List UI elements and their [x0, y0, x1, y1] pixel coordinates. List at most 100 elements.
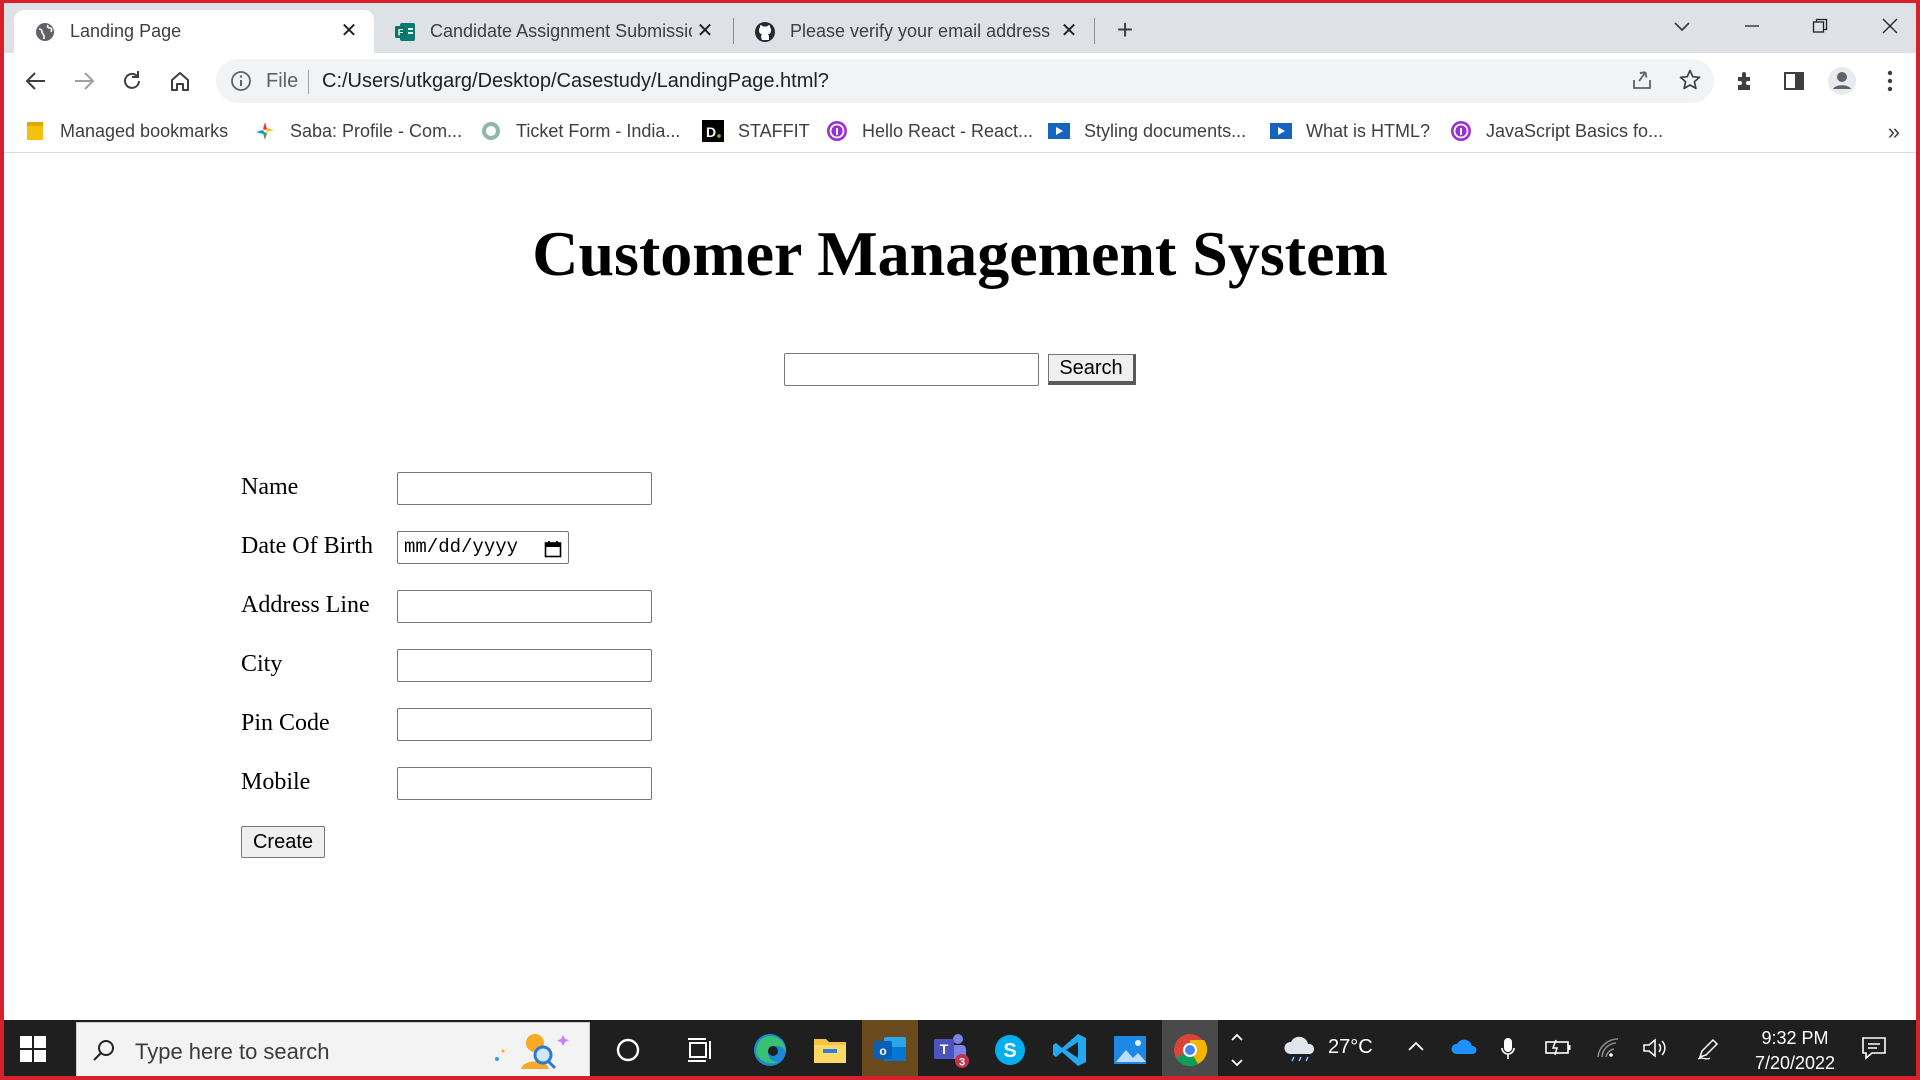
clock-date: 7/20/2022 — [1754, 1053, 1836, 1073]
browser-toolbar: File C:/Users/utkgarg/Desktop/Casestudy/… — [4, 53, 1916, 109]
tab-landing-page[interactable]: Landing Page ✕ — [14, 10, 374, 53]
address-line-input[interactable] — [397, 590, 652, 623]
bookmark-managed[interactable]: Managed bookmarks — [24, 117, 228, 145]
teams-icon[interactable]: T3 — [926, 1028, 974, 1072]
close-tab-icon[interactable]: ✕ — [338, 20, 360, 42]
page-content: Customer Management System Search Name D… — [4, 154, 1916, 1020]
taskbar-search-box[interactable]: Type here to search — [76, 1022, 590, 1076]
chrome-menu-icon[interactable] — [1872, 63, 1908, 99]
city-label: City — [241, 651, 283, 677]
battery-icon[interactable] — [1544, 1037, 1572, 1062]
notifications-icon[interactable] — [1860, 1034, 1888, 1067]
tab-separator — [1094, 18, 1095, 44]
tab-candidate-assignment[interactable]: F Candidate Assignment Submissio ✕ — [374, 10, 730, 53]
pen-icon[interactable] — [1696, 1037, 1722, 1066]
name-label: Name — [241, 474, 299, 500]
outlook-icon[interactable]: o — [862, 1020, 918, 1076]
address-bar[interactable]: File C:/Users/utkgarg/Desktop/Casestudy/… — [216, 59, 1714, 103]
forward-arrow-icon[interactable] — [66, 63, 102, 99]
back-arrow-icon[interactable] — [18, 63, 54, 99]
site-info-icon[interactable] — [230, 70, 252, 97]
bookmark-label: Saba: Profile - Com... — [290, 120, 463, 141]
weather-widget[interactable]: 27°C — [1282, 1032, 1373, 1062]
search-highlight-art-icon — [489, 1029, 573, 1076]
tab-title: Please verify your email address — [790, 21, 1051, 41]
minimize-icon[interactable] — [1734, 11, 1770, 41]
edge-icon[interactable] — [746, 1028, 794, 1072]
bookmark-hello-react[interactable]: Hello React - React... — [826, 117, 1033, 145]
pin-code-label: Pin Code — [241, 710, 330, 736]
bookmark-styling-documents[interactable]: Styling documents... — [1048, 117, 1246, 145]
new-tab-button[interactable]: + — [1110, 16, 1140, 46]
search-button[interactable]: Search — [1048, 354, 1136, 385]
bookmark-saba[interactable]: Saba: Profile - Com... — [254, 117, 462, 145]
taskbar-search-placeholder: Type here to search — [135, 1039, 330, 1064]
tab-strip: Landing Page ✕ F Candidate Assignment Su… — [4, 3, 1916, 53]
pin-code-input[interactable] — [397, 708, 652, 741]
wifi-icon[interactable] — [1596, 1037, 1620, 1064]
mobile-label: Mobile — [241, 769, 311, 795]
onedrive-icon[interactable] — [1450, 1037, 1478, 1062]
staffit-icon: D — [702, 120, 724, 142]
skype-icon[interactable]: S — [986, 1028, 1034, 1072]
home-icon[interactable] — [162, 63, 198, 99]
clock-time: 9:32 PM — [1761, 1028, 1829, 1048]
saba-icon — [254, 120, 276, 142]
close-tab-icon[interactable]: ✕ — [1058, 20, 1080, 42]
tab-search-chevron-icon[interactable] — [1664, 11, 1700, 41]
bookmark-label: Styling documents... — [1084, 120, 1247, 141]
create-button[interactable]: Create — [241, 826, 325, 858]
folder-icon — [24, 120, 46, 142]
volume-icon[interactable] — [1642, 1037, 1668, 1064]
svg-text:D: D — [706, 124, 716, 140]
name-input[interactable] — [397, 472, 652, 505]
tab-title: Landing Page — [70, 21, 182, 41]
window-close-icon[interactable] — [1872, 11, 1908, 41]
github-icon — [754, 21, 776, 43]
date-format-placeholder: mm/dd/yyyy — [404, 536, 519, 558]
city-input[interactable] — [397, 649, 652, 682]
side-panel-icon[interactable] — [1776, 63, 1812, 99]
weather-temperature: 27°C — [1328, 1035, 1373, 1058]
mobile-input[interactable] — [397, 767, 652, 800]
hidden-icons-chevron-icon[interactable] — [1406, 1037, 1426, 1062]
bookmark-staffit[interactable]: D STAFFIT — [702, 117, 810, 145]
date-of-birth-input[interactable]: mm/dd/yyyy — [397, 531, 569, 564]
restore-icon[interactable] — [1802, 11, 1838, 41]
bookmark-ticket-form[interactable]: Ticket Form - India... — [480, 117, 680, 145]
bookmark-javascript-basics[interactable]: JavaScript Basics fo... — [1450, 117, 1663, 145]
extensions-puzzle-icon[interactable] — [1728, 63, 1764, 99]
file-explorer-icon[interactable] — [806, 1028, 854, 1072]
vscode-icon[interactable] — [1046, 1028, 1094, 1072]
calendar-icon[interactable] — [544, 538, 562, 569]
bookmark-what-is-html[interactable]: What is HTML? — [1270, 117, 1430, 145]
close-tab-icon[interactable]: ✕ — [694, 20, 716, 42]
bookmark-label: Ticket Form - India... — [516, 120, 681, 141]
address-scheme-label: File — [266, 70, 299, 92]
bookmark-label: Hello React - React... — [862, 120, 1034, 141]
search-icon — [91, 1038, 117, 1069]
tab-verify-email[interactable]: Please verify your email address ✕ — [734, 10, 1094, 53]
address-separator — [308, 70, 309, 94]
cortana-icon[interactable] — [604, 1028, 652, 1072]
screen-frame: Landing Page ✕ F Candidate Assignment Su… — [0, 0, 1920, 1080]
profile-avatar-icon[interactable] — [1824, 63, 1860, 99]
taskbar-clock[interactable]: 9:32 PM 7/20/2022 — [1740, 1026, 1850, 1076]
search-input[interactable] — [784, 353, 1039, 386]
bookmark-label: JavaScript Basics fo... — [1486, 120, 1664, 141]
microphone-icon[interactable] — [1500, 1037, 1516, 1066]
address-url[interactable]: C:/Users/utkgarg/Desktop/Casestudy/Landi… — [322, 70, 829, 93]
chrome-icon[interactable] — [1162, 1020, 1218, 1076]
bookmarks-overflow-button[interactable]: » — [1888, 119, 1900, 145]
share-icon[interactable] — [1630, 68, 1654, 97]
date-of-birth-label: Date Of Birth — [241, 533, 373, 559]
reload-icon[interactable] — [114, 63, 150, 99]
photos-icon[interactable] — [1106, 1028, 1154, 1072]
video-icon — [1048, 120, 1070, 142]
task-view-icon[interactable] — [676, 1028, 724, 1072]
scroll-up-chevron-icon[interactable] — [1230, 1030, 1244, 1075]
address-line-label: Address Line — [241, 592, 370, 618]
bookmark-star-icon[interactable] — [1678, 68, 1702, 97]
windows-start-icon[interactable] — [20, 1036, 46, 1067]
teams-badge: 3 — [959, 1057, 965, 1069]
